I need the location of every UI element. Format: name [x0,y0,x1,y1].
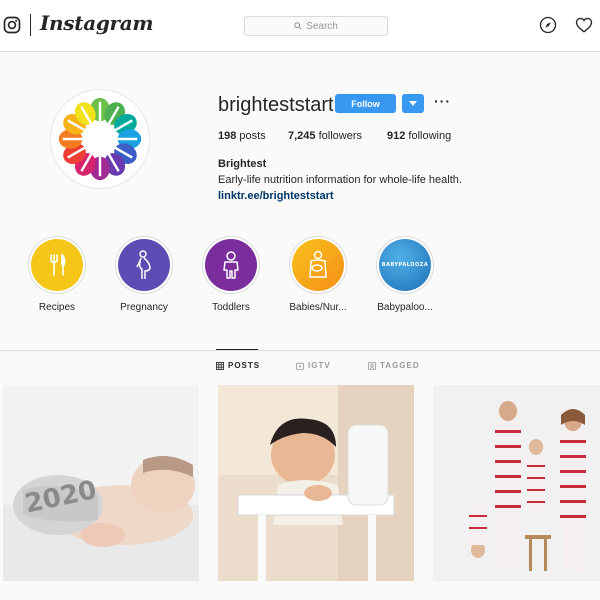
search-icon [294,22,302,30]
pregnant-person-icon [136,250,151,279]
tag-icon [368,361,376,370]
highlight-toddlers[interactable]: Toddlers [191,236,271,313]
caret-down-icon [409,100,417,106]
highlight-pregnancy[interactable]: Pregnancy [104,236,184,313]
profile-link[interactable]: linktr.ee/brighteststart [218,190,334,202]
profile-username: brighteststart [218,94,334,116]
highlight-label: Babies/Nur... [289,302,347,313]
highlight-ring: BABYPALOOZA [376,236,434,294]
followers-count-label: followers [315,130,362,142]
posts-count-label: posts [236,130,266,142]
highlight-ring [28,236,86,294]
highlight-recipes[interactable]: Recipes [17,236,97,313]
posts-count-value: 198 [218,130,237,142]
toddler-photo [218,385,414,581]
active-tab-indicator [216,349,258,350]
following-count-value: 912 [387,130,406,142]
posts-count: 198 posts [218,130,266,142]
tab-igtv[interactable]: IGTV [296,361,331,370]
fork-knife-icon [50,253,66,276]
post-tile-toddler[interactable] [218,385,414,581]
babypalooza-logo: BABYPALOOZA [381,262,429,268]
follow-button[interactable]: Follow [335,94,396,113]
highlight-babies-nursing[interactable]: Babies/Nur... [278,236,358,313]
igtv-icon [296,362,304,370]
family-photo [433,385,600,581]
tab-label: POSTS [228,361,261,370]
highlight-label: Recipes [38,302,76,313]
heart-icon[interactable] [575,16,593,34]
highlight-cover [118,239,170,291]
profile-full-name: Brightest [218,158,267,170]
newborn-photo: 2020 [3,385,199,581]
following-count-label: following [405,130,452,142]
highlight-cover: BABYPALOOZA [379,239,431,291]
highlight-label: Pregnancy [120,302,168,313]
tab-tagged[interactable]: TAGGED [368,361,420,370]
nav-divider [30,14,31,36]
highlight-cover [292,239,344,291]
followers-count-value: 7,245 [288,130,316,142]
followers-count[interactable]: 7,245 followers [288,130,362,142]
following-count[interactable]: 912 following [387,130,451,142]
instagram-wordmark[interactable]: Instagram [40,11,154,35]
profile-avatar[interactable] [50,89,150,189]
highlight-cover [31,239,83,291]
post-tile-family[interactable] [433,385,600,581]
highlight-label: Babypaloo... [377,302,433,313]
search-placeholder: Search [306,20,338,32]
brightest-logo-icon [58,97,142,181]
tabs-divider [0,350,600,351]
highlight-ring [289,236,347,294]
highlight-ring [115,236,173,294]
tab-posts[interactable]: POSTS [216,361,260,370]
more-options-button[interactable]: ··· [434,93,451,109]
tab-label: IGTV [308,361,331,370]
nursing-icon [309,250,327,278]
search-input[interactable]: Search [244,16,388,36]
post-tile-newborn[interactable]: 2020 [3,385,199,581]
top-nav-bar: Instagram Search [0,0,600,52]
compass-icon[interactable] [539,16,557,34]
highlight-cover [205,239,257,291]
tab-label: TAGGED [380,361,420,370]
suggestions-dropdown-button[interactable] [402,94,424,113]
instagram-glyph-icon[interactable] [3,16,21,34]
highlight-babypalooza[interactable]: BABYPALOOZA Babypaloo... [365,236,445,313]
highlight-label: Toddlers [212,302,250,313]
profile-bio: Early-life nutrition information for who… [218,174,462,186]
grid-icon [216,361,224,370]
highlight-ring [202,236,260,294]
child-icon [223,251,239,279]
